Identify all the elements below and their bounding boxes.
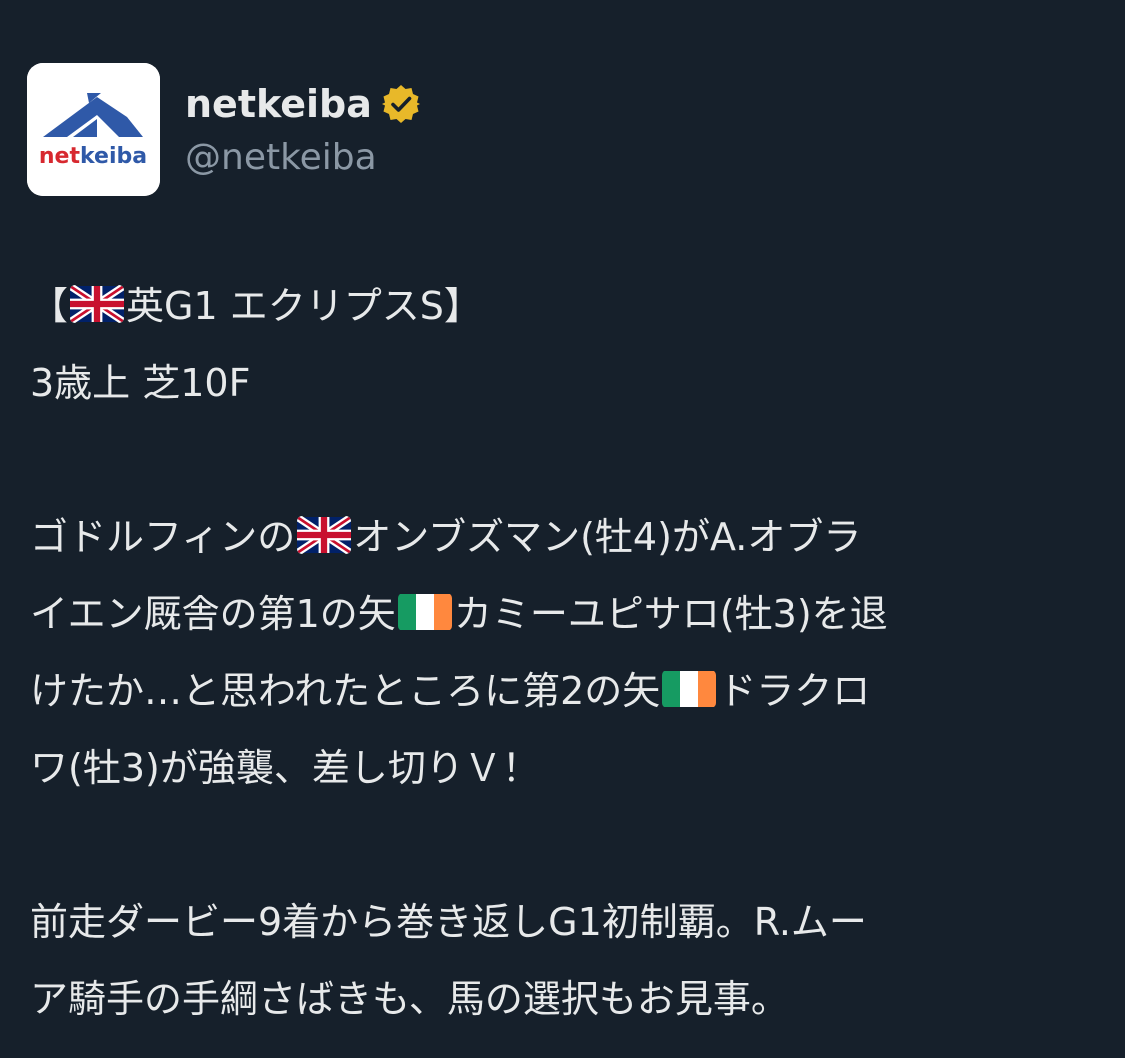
tweet-header: netkeiba netkeiba @netkeiba — [27, 63, 1097, 196]
text-line: 【 英G1 エクリプスS】 — [30, 268, 1100, 345]
display-name[interactable]: netkeiba — [185, 82, 372, 126]
text-line: ア騎手の手綱さばきも、馬の選択もお見事。 — [30, 977, 789, 1021]
text-line: けたか…と思われたところに第2の矢 ドラクロ — [30, 653, 1100, 730]
text-line: ゴドルフィンの オンブズマン(牡4)がA.オブラ — [30, 499, 1100, 576]
text-line: 前走ダービー9着から巻き返しG1初制覇。R.ムー — [30, 900, 867, 944]
account-names: netkeiba @netkeiba — [185, 81, 422, 178]
netkeiba-logo-icon: netkeiba — [27, 63, 160, 196]
text-line: 3歳上 芝10F — [30, 361, 251, 405]
account-handle[interactable]: @netkeiba — [185, 137, 422, 178]
verified-badge-icon — [380, 83, 422, 125]
text-segment: 英G1 エクリプスS】 — [126, 284, 482, 328]
ireland-flag-icon — [662, 670, 717, 708]
uk-flag-icon — [70, 285, 125, 323]
avatar[interactable]: netkeiba — [27, 63, 160, 196]
ireland-flag-icon — [397, 593, 452, 631]
text-segment: ドラクロ — [718, 669, 871, 713]
text-segment: 【 — [30, 284, 69, 328]
text-line: ワ(牡3)が強襲、差し切りＶ！ — [30, 746, 540, 790]
text-segment: ゴドルフィンの — [30, 515, 296, 559]
text-segment: オンブズマン(牡4)がA.オブラ — [353, 515, 862, 559]
text-segment: イエン厩舎の第1の矢 — [30, 592, 396, 636]
logo-wordmark: netkeiba — [39, 144, 147, 169]
tweet-text: 【 英G1 エクリプスS】 3歳上 芝10F ゴドルフィンの オンブズマン(牡4)が… — [30, 268, 1100, 1038]
text-segment: けたか…と思われたところに第2の矢 — [30, 669, 661, 713]
display-name-row: netkeiba — [185, 81, 422, 127]
text-segment: カミーユピサロ(牡3)を退 — [453, 592, 888, 636]
text-line: イエン厩舎の第1の矢 カミーユピサロ(牡3)を退 — [30, 576, 1100, 653]
uk-flag-icon — [297, 516, 352, 554]
